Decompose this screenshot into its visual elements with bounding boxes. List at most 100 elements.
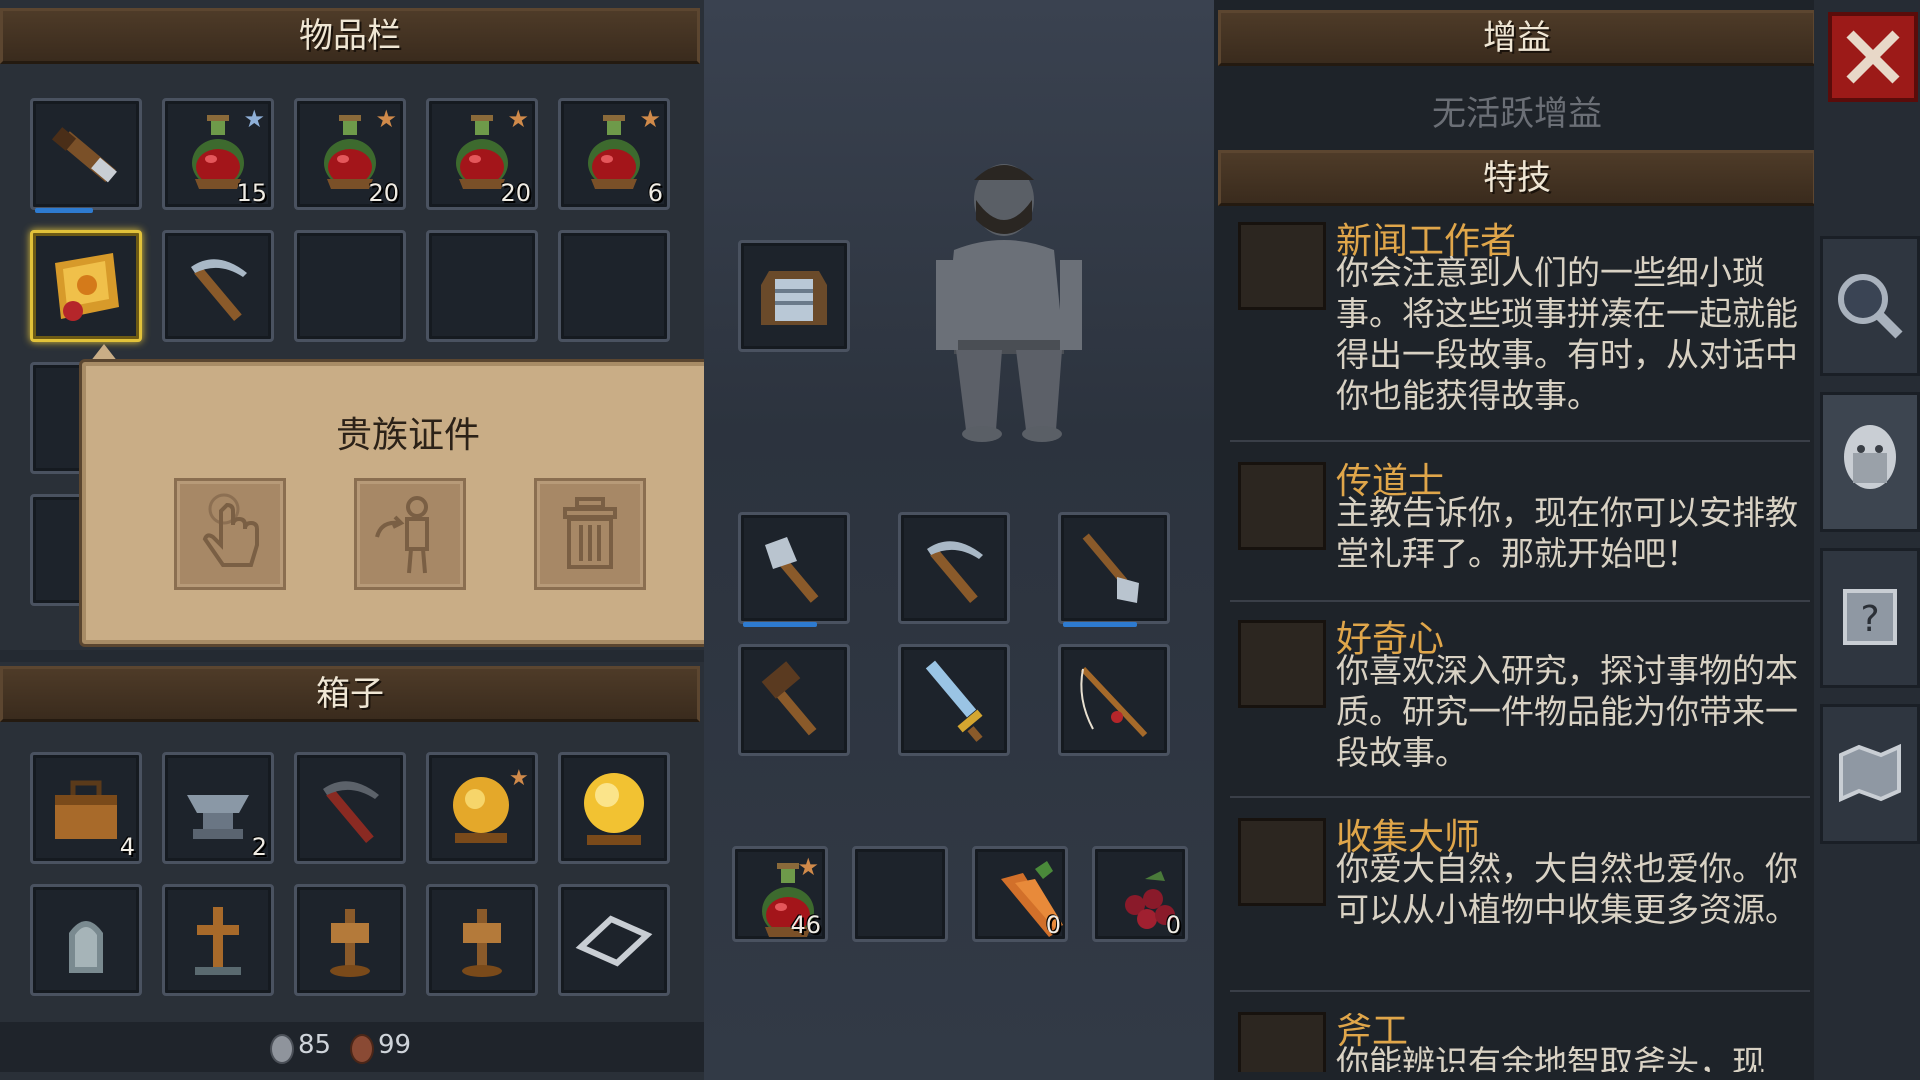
- item-slot[interactable]: 2: [162, 752, 274, 864]
- quests-tab[interactable]: ?: [1820, 548, 1920, 688]
- bronze-star-icon: ★: [375, 105, 397, 133]
- item-slot[interactable]: [30, 98, 142, 213]
- durability-bar: [1063, 622, 1138, 627]
- berries-icon: [1125, 871, 1175, 929]
- use-button[interactable]: [174, 478, 286, 590]
- buffs-header: 增益: [1218, 10, 1816, 66]
- noble-certificate-icon: [55, 253, 119, 321]
- empty-slot[interactable]: [558, 230, 670, 342]
- gold-orb-icon: [584, 773, 644, 845]
- item-count: 46: [790, 911, 821, 939]
- item-slot[interactable]: [558, 884, 670, 996]
- perk-item[interactable]: 传道士 主教告诉你，现在你可以安排教堂礼拜了。那就开始吧！: [1220, 461, 1820, 602]
- perk-divider: [1230, 796, 1810, 798]
- item-slot[interactable]: [558, 752, 670, 864]
- item-slot[interactable]: [738, 644, 850, 756]
- item-slot[interactable]: ★ 6: [558, 98, 670, 210]
- empty-slot[interactable]: [852, 846, 948, 942]
- empty-slot[interactable]: [426, 230, 538, 342]
- chest-armor-icon: [761, 271, 827, 325]
- item-slot[interactable]: 4: [30, 752, 142, 864]
- perk-item[interactable]: 新闻工作者 你会注意到人们的一些细小琐事。将这些琐事拼凑在一起就能得出一段故事。…: [1220, 221, 1820, 422]
- perk-desc: 你爱大自然，大自然也爱你。你可以从小植物中收集更多资源。: [1336, 849, 1798, 929]
- gravestone-icon: [69, 921, 103, 973]
- item-slot[interactable]: ★ 20: [294, 98, 406, 210]
- empty-slot[interactable]: [294, 230, 406, 342]
- carrot-icon: [1001, 861, 1063, 937]
- durability-bar: [743, 622, 818, 627]
- character-tab[interactable]: [1820, 392, 1920, 532]
- close-button[interactable]: [1828, 12, 1918, 102]
- item-slot[interactable]: [738, 512, 850, 627]
- equip-button[interactable]: [354, 478, 466, 590]
- item-count: 4: [119, 833, 135, 861]
- question-scroll-icon: ?: [1843, 589, 1897, 645]
- item-slot[interactable]: 0: [1092, 846, 1188, 942]
- item-count: 20: [368, 179, 399, 207]
- item-popup: 贵族证件: [82, 362, 734, 644]
- item-slot[interactable]: [426, 884, 538, 996]
- item-count: 15: [236, 179, 267, 207]
- item-slot[interactable]: [1058, 512, 1170, 627]
- close-icon: [1846, 30, 1900, 84]
- gatherer-portrait-icon: [1238, 818, 1326, 906]
- inventory-header: 物品栏: [0, 8, 700, 64]
- copper-coin-icon: [350, 1034, 374, 1064]
- pickaxe-icon: [191, 259, 247, 321]
- item-slot[interactable]: [162, 230, 274, 342]
- svg-text:?: ?: [1860, 599, 1879, 640]
- item-count: 2: [251, 833, 267, 861]
- curiosity-portrait-icon: [1238, 620, 1326, 708]
- preacher-portrait-icon: [1238, 462, 1326, 550]
- sword-icon: [925, 660, 983, 742]
- bronze-star-icon: ★: [507, 105, 529, 133]
- trash-icon: [563, 497, 617, 569]
- perk-item[interactable]: 收集大师 你爱大自然，大自然也爱你。你可以从小植物中收集更多资源。: [1220, 817, 1820, 988]
- perks-header: 特技: [1218, 150, 1816, 206]
- map-icon: [1839, 743, 1901, 803]
- chest-title: 箱子: [316, 674, 384, 714]
- item-slot[interactable]: ★: [426, 752, 538, 864]
- bearded-face-icon: [1844, 425, 1896, 489]
- frame-icon: [575, 915, 653, 967]
- item-slot[interactable]: [1058, 644, 1170, 756]
- item-slot[interactable]: [162, 884, 274, 996]
- buffs-title: 增益: [1483, 18, 1551, 58]
- item-count: 20: [500, 179, 531, 207]
- chest-header: 箱子: [0, 666, 700, 722]
- map-tab[interactable]: [1820, 704, 1920, 844]
- chest-panel: 箱子: [0, 662, 704, 1080]
- item-slot[interactable]: 0: [972, 846, 1068, 942]
- wooden-sign-icon: [330, 909, 370, 977]
- magnifier-icon: [1838, 274, 1903, 339]
- item-slot[interactable]: ★ 15: [162, 98, 274, 210]
- red-potion-icon: [762, 863, 814, 937]
- pickaxe-icon: [927, 541, 983, 603]
- item-count: 0: [1045, 911, 1061, 939]
- trash-button[interactable]: [534, 478, 646, 590]
- item-slot[interactable]: ★ 20: [426, 98, 538, 210]
- item-slot[interactable]: [898, 644, 1010, 756]
- item-slot[interactable]: [294, 752, 406, 864]
- popup-title: 贵族证件: [335, 415, 480, 456]
- item-slot[interactable]: ★ 46: [732, 846, 828, 942]
- item-slot[interactable]: [898, 512, 1010, 624]
- durability-bar: [35, 208, 94, 213]
- item-slot[interactable]: [30, 884, 142, 996]
- journalist-portrait-icon: [1238, 222, 1326, 310]
- perk-desc: 你能辨识有余地智取斧头，现: [1336, 1043, 1765, 1072]
- red-pickaxe-icon: [323, 781, 379, 843]
- item-slot[interactable]: [738, 240, 850, 352]
- perk-desc: 你喜欢深入研究，探讨事物的本质。研究一件物品能为你带来一段故事。: [1336, 651, 1798, 772]
- inspect-tab[interactable]: [1820, 236, 1920, 376]
- item-slot[interactable]: [294, 884, 406, 996]
- silver-coin-icon: [270, 1034, 294, 1064]
- perk-item[interactable]: 斧工 你能辨识有余地智取斧头，现: [1220, 1012, 1820, 1072]
- silver-star-icon: ★: [243, 105, 265, 133]
- side-bar: [1814, 0, 1920, 1080]
- no-buffs-text: 无活跃增益: [1432, 94, 1602, 134]
- inventory-title: 物品栏: [299, 16, 401, 56]
- perk-divider: [1230, 440, 1810, 442]
- item-slot[interactable]: [30, 230, 142, 342]
- perk-item[interactable]: 好奇心 你喜欢深入研究，探讨事物的本质。研究一件物品能为你带来一段故事。: [1220, 619, 1820, 790]
